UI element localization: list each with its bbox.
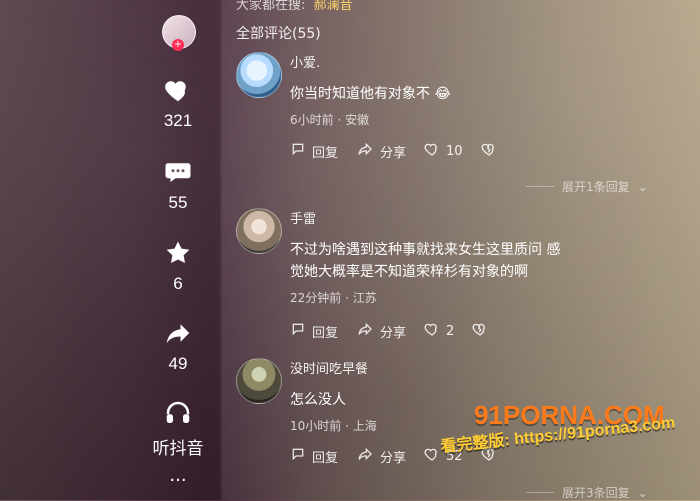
share-button[interactable]: 分享 (356, 141, 406, 161)
heart-outline-icon (424, 446, 440, 466)
comment-content: 手雷 不过为啥遇到这种事就找来女生这里质问 感 觉她大概率是不知道荣梓杉有对象的… (290, 208, 610, 306)
comment-actions: 回复 分享 10 (290, 141, 530, 161)
expand-label: 展开3条回复 (562, 486, 630, 500)
share-label: 分享 (380, 450, 407, 466)
search-keyword[interactable]: 郝澜音 (314, 0, 353, 13)
comment-avatar[interactable] (236, 52, 282, 98)
share-label: 分享 (380, 325, 407, 341)
broken-heart-icon (481, 141, 497, 161)
headphones-icon (148, 398, 208, 428)
like-count: 321 (163, 111, 193, 130)
comment-meta: 22分钟前 · 江苏 (290, 291, 377, 305)
like-button[interactable]: 2 (424, 321, 454, 341)
comment-text: 你当时知道他有对象不 😂 (290, 86, 451, 102)
listen-action[interactable]: 听抖音 (148, 398, 208, 459)
like-count: 10 (446, 143, 463, 159)
comment-username[interactable]: 没时间吃早餐 (290, 358, 610, 377)
share-button[interactable]: 分享 (356, 321, 406, 341)
dislike-button[interactable] (472, 321, 488, 341)
reply-icon (290, 446, 306, 466)
heart-outline-icon (424, 141, 440, 161)
comment-action[interactable]: 55 (148, 157, 208, 213)
share-action[interactable]: 49 (148, 318, 208, 374)
more-ellipsis-icon[interactable]: ··· (166, 470, 190, 491)
expand-replies[interactable]: 展开3条回复 ⌄ (526, 484, 648, 501)
comment-bubble-icon (148, 157, 208, 187)
heart-icon (148, 75, 208, 105)
comment-avatar[interactable] (236, 208, 282, 254)
chevron-down-icon: ⌄ (637, 179, 648, 194)
like-count: 2 (446, 323, 455, 339)
share-arrow-icon (148, 318, 208, 348)
share-label: 分享 (380, 145, 407, 161)
comment-text: 不过为啥遇到这种事就找来女生这里质问 感 觉她大概率是不知道荣梓杉有对象的啊 (290, 242, 561, 280)
reply-icon (290, 321, 306, 341)
star-icon (148, 238, 208, 268)
dislike-button[interactable] (481, 141, 497, 161)
share-icon (356, 446, 374, 466)
reply-label: 回复 (312, 325, 339, 341)
share-count: 49 (168, 354, 188, 373)
comments-title: 全部评论(55) (236, 26, 321, 42)
expand-divider (526, 186, 554, 187)
reply-button[interactable]: 回复 (290, 141, 338, 161)
favorite-action[interactable]: 6 (148, 238, 208, 294)
share-icon (356, 321, 374, 341)
expand-replies[interactable]: 展开1条回复 ⌄ (526, 178, 648, 195)
comment-actions: 回复 分享 2 (290, 321, 530, 341)
reply-icon (290, 141, 306, 161)
share-icon (356, 141, 374, 161)
search-prefix: 大家都在搜: (236, 0, 306, 13)
like-action[interactable]: 321 (148, 75, 208, 131)
expand-label: 展开1条回复 (562, 180, 630, 194)
comment-username[interactable]: 小爱. (290, 52, 610, 71)
comment-content: 小爱. 你当时知道他有对象不 😂 6小时前 · 安徽 (290, 52, 610, 128)
reply-label: 回复 (312, 145, 339, 161)
comment-count: 55 (168, 193, 188, 212)
comment-meta: 6小时前 · 安徽 (290, 113, 370, 127)
like-button[interactable]: 10 (424, 141, 463, 161)
chevron-down-icon: ⌄ (637, 485, 648, 500)
share-button[interactable]: 分享 (356, 446, 406, 466)
reply-label: 回复 (312, 450, 339, 466)
heart-outline-icon (424, 321, 440, 341)
expand-divider (526, 492, 554, 493)
creator-avatar[interactable]: + (162, 15, 196, 51)
comment-username[interactable]: 手雷 (290, 208, 610, 227)
reply-button[interactable]: 回复 (290, 446, 338, 466)
listen-label: 听抖音 (152, 439, 204, 458)
follow-plus-icon[interactable]: + (172, 39, 184, 51)
watermark-link-prefix: 看完整版: (439, 431, 511, 457)
broken-heart-icon (472, 321, 488, 341)
comment-avatar[interactable] (236, 358, 282, 404)
favorite-count: 6 (173, 274, 183, 293)
search-suggestion[interactable]: 大家都在搜: 郝澜音 (236, 0, 353, 13)
reply-button[interactable]: 回复 (290, 321, 338, 341)
